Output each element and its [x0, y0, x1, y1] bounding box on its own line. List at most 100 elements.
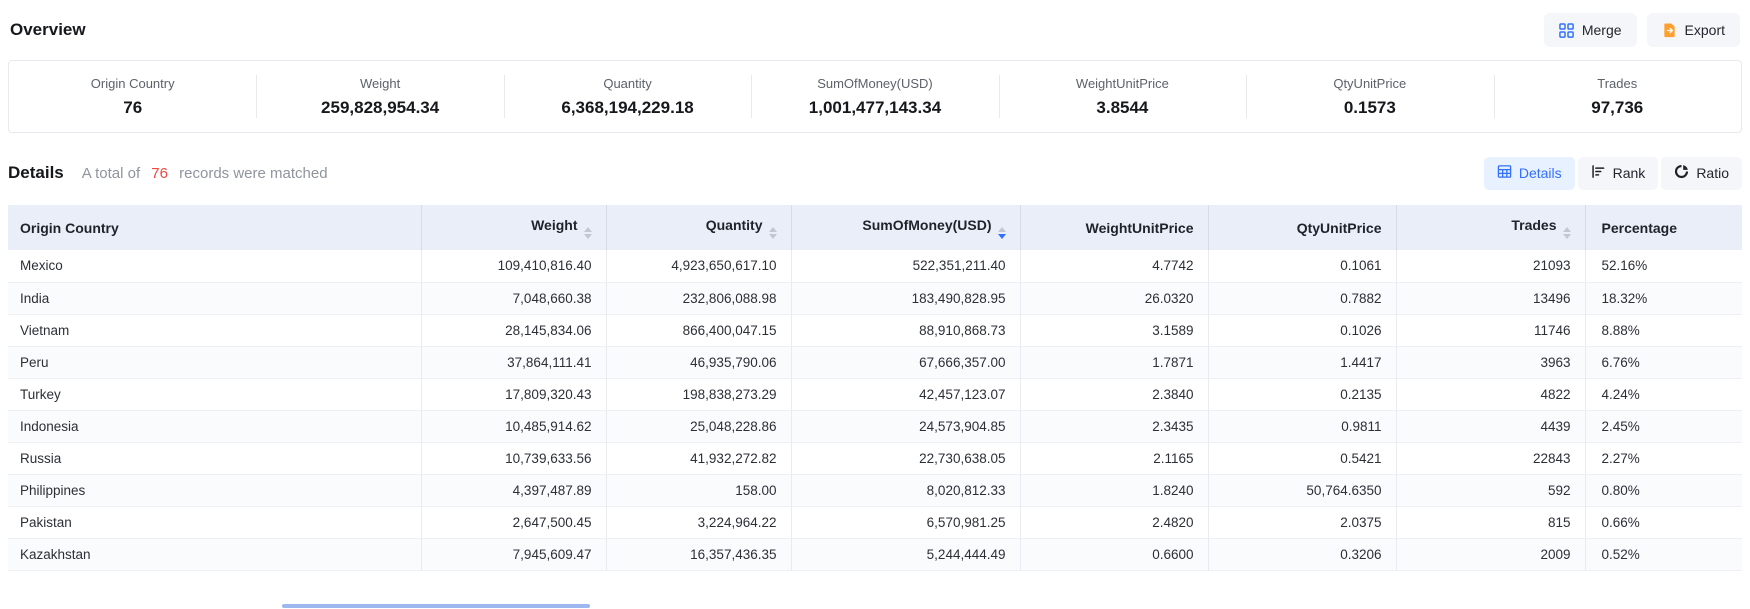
column-label: Percentage [1602, 220, 1677, 236]
cell-qtyunitprice: 50,764.6350 [1208, 474, 1396, 506]
cell-percentage: 0.52% [1585, 538, 1742, 570]
cell-weightunitprice: 2.3435 [1020, 410, 1208, 442]
table-row: Pakistan2,647,500.453,224,964.226,570,98… [8, 506, 1742, 538]
cell-weight: 10,485,914.62 [421, 410, 606, 442]
export-button[interactable]: Export [1647, 13, 1740, 47]
stat-value: 97,736 [1494, 98, 1741, 118]
table-row: Mexico109,410,816.404,923,650,617.10522,… [8, 250, 1742, 282]
column-header-trades[interactable]: Trades [1396, 205, 1585, 250]
stat-weightunitprice: WeightUnitPrice3.8544 [999, 61, 1246, 132]
table-row: Peru37,864,111.4146,935,790.0667,666,357… [8, 346, 1742, 378]
cell-trades: 21093 [1396, 250, 1585, 282]
cell-weightunitprice: 1.8240 [1020, 474, 1208, 506]
column-header-origin-country: Origin Country [8, 205, 421, 250]
stat-quantity: Quantity6,368,194,229.18 [504, 61, 751, 132]
cell-percentage: 18.32% [1585, 282, 1742, 314]
cell-trades: 815 [1396, 506, 1585, 538]
table-row: Indonesia10,485,914.6225,048,228.8624,57… [8, 410, 1742, 442]
cell-weightunitprice: 4.7742 [1020, 250, 1208, 282]
view-button-ratio[interactable]: Ratio [1661, 157, 1742, 190]
cell-sumofmoney-usd: 183,490,828.95 [791, 282, 1020, 314]
stat-value: 259,828,954.34 [256, 98, 503, 118]
column-header-qtyunitprice: QtyUnitPrice [1208, 205, 1396, 250]
view-button-rank[interactable]: Rank [1578, 157, 1659, 190]
rank-icon [1591, 164, 1606, 182]
merge-button[interactable]: Merge [1544, 13, 1637, 47]
cell-quantity: 866,400,047.15 [606, 314, 791, 346]
cell-weight: 7,048,660.38 [421, 282, 606, 314]
cell-sumofmoney-usd: 22,730,638.05 [791, 442, 1020, 474]
cell-qtyunitprice: 0.7882 [1208, 282, 1396, 314]
view-switch: DetailsRankRatio [1484, 157, 1742, 190]
stat-trades: Trades 97,736 [1494, 61, 1741, 132]
cell-sumofmoney-usd: 8,020,812.33 [791, 474, 1020, 506]
sort-caret-icon [584, 227, 592, 239]
cell-quantity: 158.00 [606, 474, 791, 506]
cell-weightunitprice: 26.0320 [1020, 282, 1208, 314]
horizontal-scrollbar-thumb[interactable] [282, 604, 590, 608]
stat-label: Origin Country [9, 76, 256, 91]
topbar: Overview Merge Export [8, 0, 1742, 48]
column-label: QtyUnitPrice [1297, 220, 1382, 236]
cell-quantity: 3,224,964.22 [606, 506, 791, 538]
cell-quantity: 41,932,272.82 [606, 442, 791, 474]
cell-weightunitprice: 0.6600 [1020, 538, 1208, 570]
stat-label: Trades [1494, 76, 1741, 91]
stat-origin-country: Origin Country 76 [9, 61, 256, 132]
cell-quantity: 25,048,228.86 [606, 410, 791, 442]
cell-quantity: 46,935,790.06 [606, 346, 791, 378]
cell-qtyunitprice: 0.9811 [1208, 410, 1396, 442]
stat-value: 1,001,477,143.34 [751, 98, 998, 118]
stat-value: 3.8544 [999, 98, 1246, 118]
cell-percentage: 2.45% [1585, 410, 1742, 442]
cell-origin-country: Peru [8, 346, 421, 378]
cell-weightunitprice: 1.7871 [1020, 346, 1208, 378]
table-header-row: Origin Country Weight Quantity SumOfMoney(U… [8, 205, 1742, 250]
table-row: Kazakhstan7,945,609.4716,357,436.355,244… [8, 538, 1742, 570]
cell-origin-country: Mexico [8, 250, 421, 282]
details-table-wrap: Origin Country Weight Quantity SumOfMoney(U… [8, 205, 1742, 571]
cell-origin-country: Philippines [8, 474, 421, 506]
stat-value: 0.1573 [1246, 98, 1493, 118]
cell-trades: 3963 [1396, 346, 1585, 378]
cell-weight: 7,945,609.47 [421, 538, 606, 570]
cell-qtyunitprice: 0.1061 [1208, 250, 1396, 282]
column-label: WeightUnitPrice [1086, 220, 1194, 236]
column-label: Weight [531, 217, 577, 233]
view-button-details[interactable]: Details [1484, 157, 1575, 190]
cell-sumofmoney-usd: 42,457,123.07 [791, 378, 1020, 410]
stat-value: 76 [9, 98, 256, 118]
details-table: Origin Country Weight Quantity SumOfMoney(U… [8, 205, 1742, 571]
cell-weight: 28,145,834.06 [421, 314, 606, 346]
details-title: Details [8, 163, 64, 183]
stat-sumofmoney-usd: SumOfMoney(USD)1,001,477,143.34 [751, 61, 998, 132]
cell-qtyunitprice: 0.3206 [1208, 538, 1396, 570]
cell-sumofmoney-usd: 5,244,444.49 [791, 538, 1020, 570]
cell-weightunitprice: 3.1589 [1020, 314, 1208, 346]
stat-qtyunitprice: QtyUnitPrice0.1573 [1246, 61, 1493, 132]
cell-quantity: 4,923,650,617.10 [606, 250, 791, 282]
cell-sumofmoney-usd: 6,570,981.25 [791, 506, 1020, 538]
summary-suffix: records were matched [179, 165, 327, 182]
column-label: SumOfMoney(USD) [862, 217, 991, 233]
column-label: Quantity [706, 217, 763, 233]
cell-origin-country: Russia [8, 442, 421, 474]
cell-qtyunitprice: 0.2135 [1208, 378, 1396, 410]
column-header-weight[interactable]: Weight [421, 205, 606, 250]
topbar-actions: Merge Export [1544, 13, 1740, 47]
sort-caret-icon [769, 227, 777, 239]
column-header-quantity[interactable]: Quantity [606, 205, 791, 250]
merge-icon [1559, 23, 1574, 38]
cell-quantity: 16,357,436.35 [606, 538, 791, 570]
column-header-sumofmoney-usd[interactable]: SumOfMoney(USD) [791, 205, 1020, 250]
cell-weight: 2,647,500.45 [421, 506, 606, 538]
cell-origin-country: Pakistan [8, 506, 421, 538]
column-header-weightunitprice: WeightUnitPrice [1020, 205, 1208, 250]
page: Overview Merge Export Origin Country 76 We… [0, 0, 1750, 571]
cell-quantity: 232,806,088.98 [606, 282, 791, 314]
cell-percentage: 4.24% [1585, 378, 1742, 410]
cell-weightunitprice: 2.1165 [1020, 442, 1208, 474]
cell-sumofmoney-usd: 88,910,868.73 [791, 314, 1020, 346]
cell-percentage: 6.76% [1585, 346, 1742, 378]
cell-qtyunitprice: 0.5421 [1208, 442, 1396, 474]
